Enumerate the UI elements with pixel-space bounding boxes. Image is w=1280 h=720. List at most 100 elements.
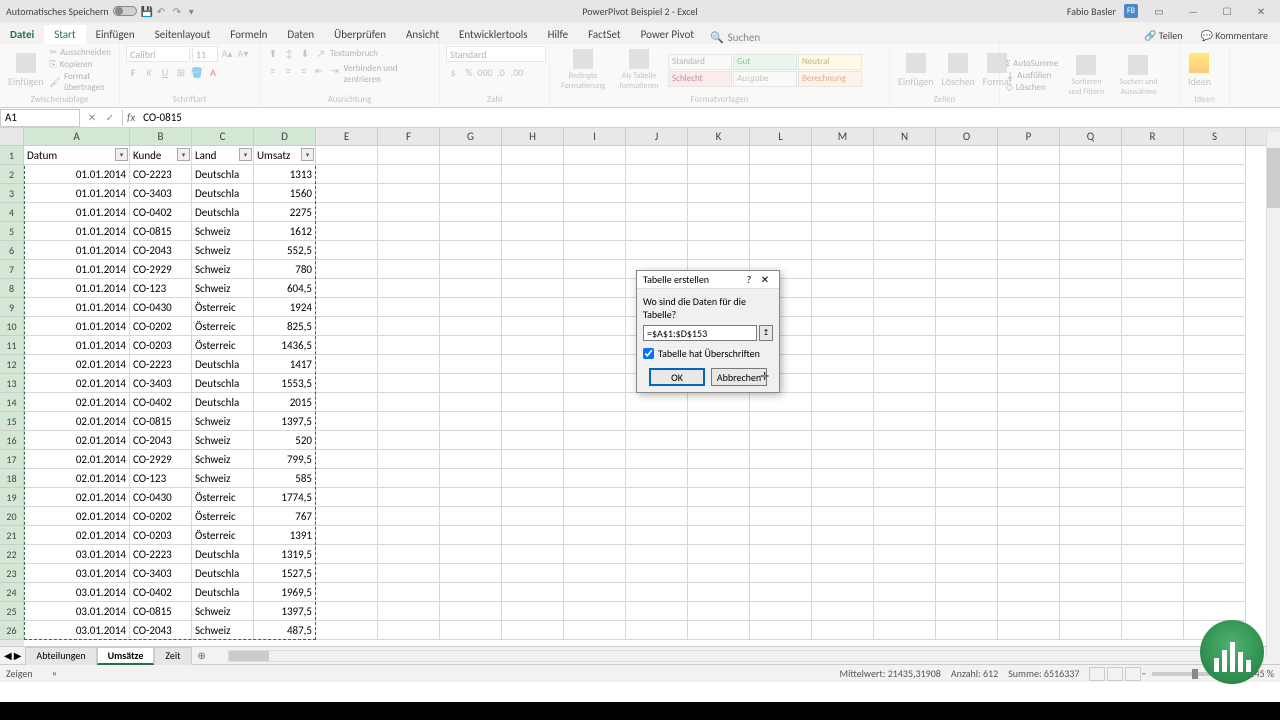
cell[interactable] (564, 602, 626, 621)
cell[interactable] (564, 336, 626, 355)
cell[interactable] (1060, 317, 1122, 336)
cell[interactable] (502, 374, 564, 393)
cell[interactable] (688, 545, 750, 564)
tab-seitenlayout[interactable]: Seitenlayout (145, 25, 221, 44)
table-header-datum[interactable]: Datum▾ (24, 146, 130, 165)
cell[interactable] (688, 412, 750, 431)
close-icon[interactable]: ✕ (1248, 2, 1274, 20)
cell[interactable] (378, 355, 440, 374)
number-format-select[interactable]: Standard (446, 46, 546, 62)
cell[interactable] (812, 564, 874, 583)
style-neutral[interactable]: Neutral (798, 54, 862, 70)
cell[interactable]: CO-3403 (130, 564, 192, 583)
align-bottom-icon[interactable]: ⬇ (298, 46, 312, 60)
style-standard[interactable]: Standard (668, 54, 732, 70)
cell[interactable]: 02.01.2014 (24, 431, 130, 450)
cell[interactable] (1122, 583, 1184, 602)
cell[interactable]: 1313 (254, 165, 316, 184)
cell[interactable]: Schweiz (192, 279, 254, 298)
cell[interactable]: Deutschla (192, 393, 254, 412)
cell[interactable] (812, 279, 874, 298)
cell[interactable] (998, 184, 1060, 203)
cell[interactable] (440, 355, 502, 374)
fill-button[interactable]: ↓Ausfüllen (1006, 70, 1058, 81)
tab-power pivot[interactable]: Power Pivot (631, 25, 704, 44)
style-gut[interactable]: Gut (733, 54, 797, 70)
cell[interactable] (1122, 412, 1184, 431)
cell[interactable] (316, 336, 378, 355)
qat-customize-icon[interactable]: ▾ (189, 5, 201, 17)
cell[interactable] (812, 184, 874, 203)
cell[interactable] (626, 412, 688, 431)
cell[interactable]: 01.01.2014 (24, 222, 130, 241)
cell[interactable] (440, 507, 502, 526)
cell[interactable] (812, 469, 874, 488)
clear-button[interactable]: ◇Löschen (1006, 82, 1058, 93)
cell[interactable] (688, 564, 750, 583)
cell[interactable]: 1417 (254, 355, 316, 374)
cell[interactable] (1122, 241, 1184, 260)
cell[interactable] (750, 222, 812, 241)
cell[interactable]: CO-2043 (130, 621, 192, 640)
row-header-7[interactable]: 7 (0, 260, 24, 279)
row-header-25[interactable]: 25 (0, 602, 24, 621)
cell[interactable] (1122, 298, 1184, 317)
cell[interactable]: Schweiz (192, 412, 254, 431)
cell[interactable] (812, 146, 874, 165)
cell[interactable] (998, 393, 1060, 412)
cell[interactable]: 03.01.2014 (24, 602, 130, 621)
row-header-10[interactable]: 10 (0, 317, 24, 336)
redo-icon[interactable]: ↷ (173, 5, 185, 17)
cell[interactable] (812, 203, 874, 222)
cell[interactable] (316, 279, 378, 298)
cell[interactable] (502, 564, 564, 583)
cell[interactable] (750, 488, 812, 507)
cell[interactable] (874, 298, 936, 317)
cell[interactable] (750, 602, 812, 621)
cell[interactable] (440, 431, 502, 450)
cell[interactable] (1060, 450, 1122, 469)
cell[interactable] (1060, 241, 1122, 260)
cell[interactable] (626, 393, 688, 412)
cell[interactable] (750, 583, 812, 602)
cell[interactable]: 1612 (254, 222, 316, 241)
italic-icon[interactable]: K (142, 65, 156, 79)
fill-color-icon[interactable]: 🪣 (190, 65, 204, 79)
cell[interactable] (316, 317, 378, 336)
cell[interactable] (1122, 279, 1184, 298)
row-header-12[interactable]: 12 (0, 355, 24, 374)
cell[interactable] (812, 298, 874, 317)
cell[interactable] (1184, 412, 1246, 431)
cell[interactable] (316, 469, 378, 488)
filter-arrow-icon[interactable]: ▾ (115, 148, 128, 161)
cell[interactable] (564, 431, 626, 450)
cell[interactable] (564, 488, 626, 507)
indent-dec-icon[interactable]: ⇤ (313, 63, 327, 77)
cell[interactable] (874, 583, 936, 602)
cell[interactable]: 03.01.2014 (24, 564, 130, 583)
cell[interactable] (874, 469, 936, 488)
cell[interactable] (1184, 184, 1246, 203)
ideas-button[interactable]: Ideen (1186, 51, 1213, 90)
cell[interactable] (1122, 602, 1184, 621)
style-schlecht[interactable]: Schlecht (668, 71, 732, 87)
format-painter-button[interactable]: 🖌Format übertragen (50, 71, 113, 93)
cell[interactable]: 2015 (254, 393, 316, 412)
cell[interactable] (998, 488, 1060, 507)
tab-einfügen[interactable]: Einfügen (86, 25, 145, 44)
cell[interactable] (998, 450, 1060, 469)
cell[interactable] (440, 336, 502, 355)
cell[interactable]: CO-0815 (130, 602, 192, 621)
cell[interactable] (316, 241, 378, 260)
cell[interactable] (874, 165, 936, 184)
sheet-nav-prev-icon[interactable]: ◀ (4, 649, 12, 662)
cell[interactable] (998, 317, 1060, 336)
cell[interactable] (502, 336, 564, 355)
cell[interactable]: CO-2043 (130, 241, 192, 260)
border-icon[interactable]: ⊞ (174, 65, 188, 79)
cell[interactable] (626, 450, 688, 469)
checkbox-input[interactable] (643, 348, 654, 359)
row-header-21[interactable]: 21 (0, 526, 24, 545)
tell-me-search[interactable]: 🔍 Suchen (710, 31, 760, 44)
cell[interactable] (874, 393, 936, 412)
